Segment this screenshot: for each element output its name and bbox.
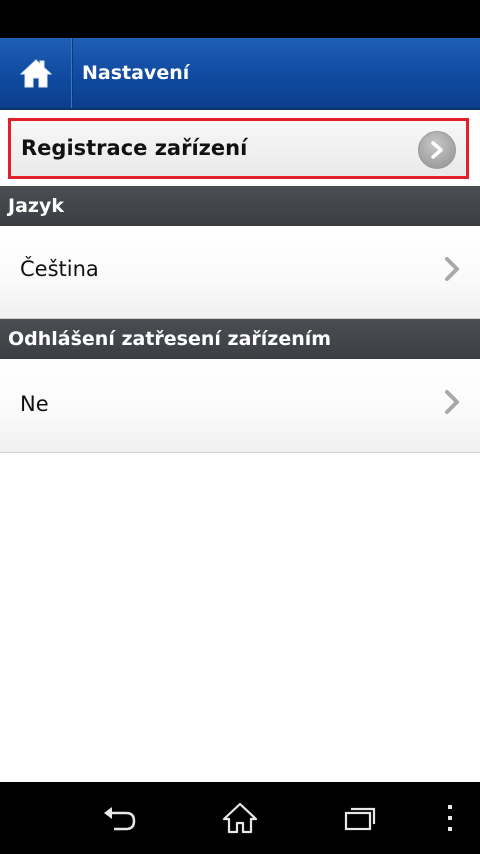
section-header-shake-logout: Odhlášení zatřesení zařízením — [0, 319, 480, 359]
section-header-language: Jazyk — [0, 186, 480, 226]
back-button[interactable] — [98, 798, 142, 838]
registration-row: Registrace zařízení — [0, 110, 480, 186]
chevron-right-icon — [445, 257, 459, 281]
more-vertical-icon — [448, 805, 452, 831]
language-value: Čeština — [20, 257, 99, 281]
home-icon — [19, 59, 53, 88]
arrow-right-circle-icon — [418, 131, 456, 169]
home-nav-button[interactable] — [218, 798, 262, 838]
recent-apps-button[interactable] — [338, 798, 382, 838]
app-header: Nastavení — [0, 38, 480, 110]
shake-logout-row[interactable]: Ne — [0, 359, 480, 453]
status-bar — [0, 0, 480, 38]
home-button[interactable] — [0, 38, 73, 108]
language-row[interactable]: Čeština — [0, 226, 480, 319]
back-icon — [104, 807, 136, 831]
recent-apps-icon — [344, 807, 376, 831]
device-registration-label: Registrace zařízení — [21, 136, 248, 160]
home-outline-icon — [222, 802, 258, 834]
device-registration-button[interactable]: Registrace zařízení — [8, 118, 469, 179]
page-title: Nastavení — [82, 62, 190, 84]
shake-logout-value: Ne — [20, 392, 49, 416]
menu-button[interactable] — [430, 798, 470, 838]
system-navigation-bar — [0, 782, 480, 854]
chevron-right-icon — [445, 390, 459, 414]
